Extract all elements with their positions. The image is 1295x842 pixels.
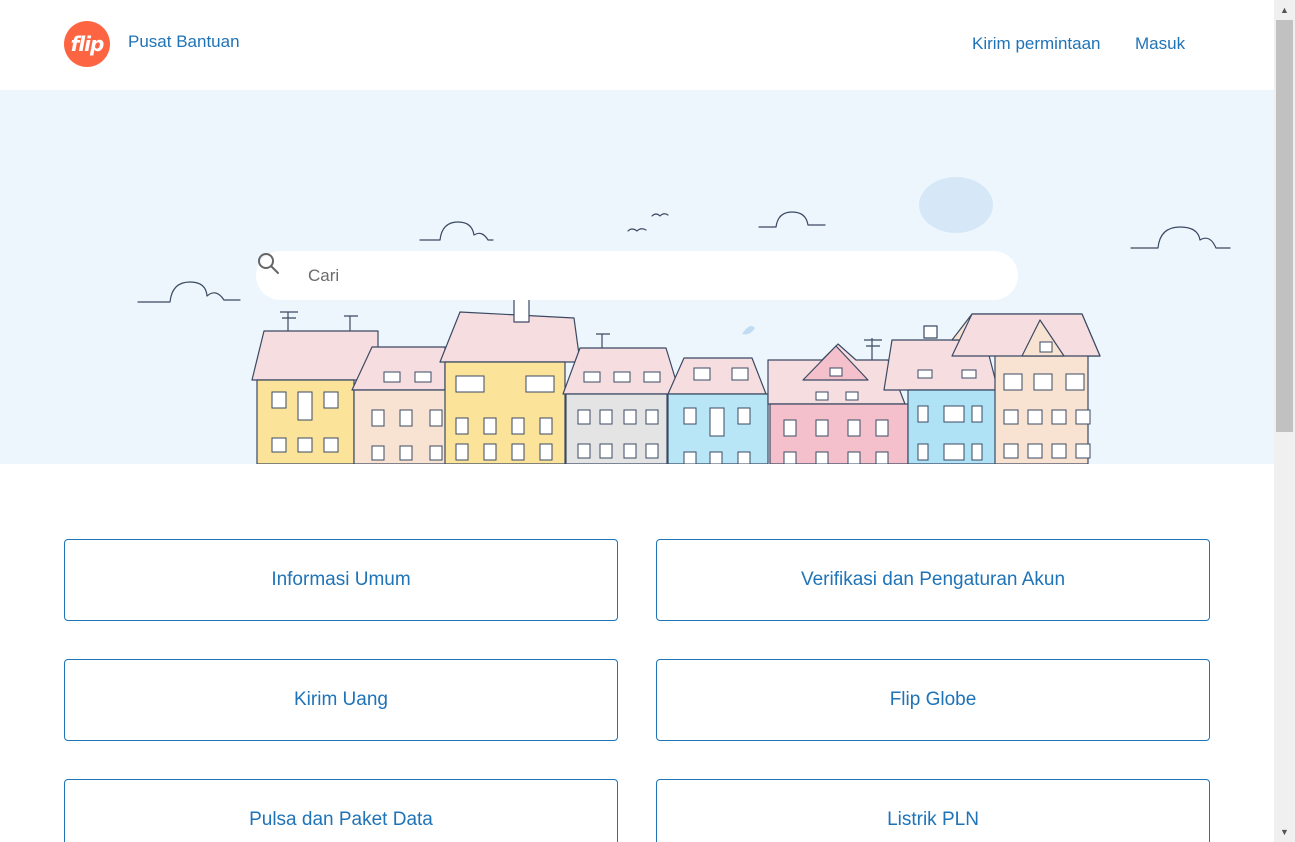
category-kirim-uang[interactable]: Kirim Uang [64, 659, 618, 741]
site-header: flip Pusat Bantuan Kirim permintaan Masu… [0, 0, 1274, 90]
search-bar [256, 251, 1018, 300]
category-listrik-pln[interactable]: Listrik PLN [656, 779, 1210, 842]
category-pulsa-paket-data[interactable]: Pulsa dan Paket Data [64, 779, 618, 842]
scroll-thumb[interactable] [1276, 20, 1293, 432]
category-verifikasi-akun[interactable]: Verifikasi dan Pengaturan Akun [656, 539, 1210, 621]
hero-banner [0, 90, 1274, 464]
flip-logo[interactable]: flip [64, 21, 110, 67]
category-informasi-umum[interactable]: Informasi Umum [64, 539, 618, 621]
scroll-down-arrow-icon[interactable]: ▼ [1274, 822, 1295, 842]
submit-request-link[interactable]: Kirim permintaan [972, 34, 1101, 54]
page-scrollbar[interactable]: ▲ ▼ [1274, 0, 1295, 842]
page: flip Pusat Bantuan Kirim permintaan Masu… [0, 0, 1274, 842]
logo-text: flip [70, 32, 105, 56]
sign-in-link[interactable]: Masuk [1135, 34, 1185, 54]
search-icon [258, 253, 279, 274]
search-input[interactable] [306, 259, 1000, 293]
brand-title[interactable]: Pusat Bantuan [128, 32, 240, 52]
category-flip-globe[interactable]: Flip Globe [656, 659, 1210, 741]
scroll-up-arrow-icon[interactable]: ▲ [1274, 0, 1295, 20]
